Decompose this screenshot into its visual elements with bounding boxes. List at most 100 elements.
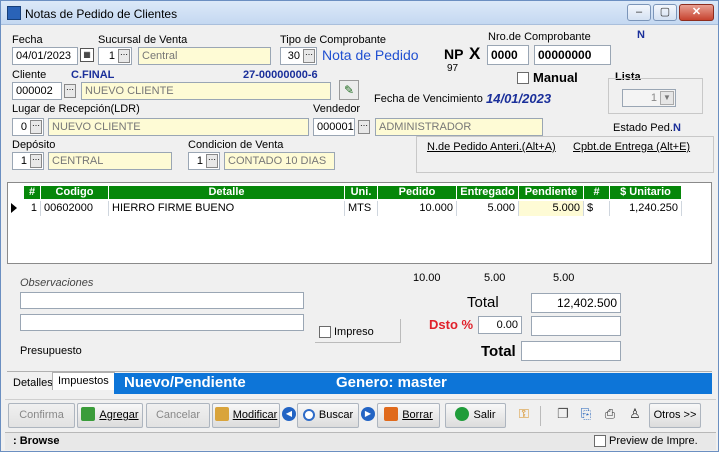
buscar-button[interactable]: Buscar	[297, 403, 359, 428]
tipo-lookup-button[interactable]: ⋯	[303, 49, 315, 63]
cell-entregado[interactable]: 5.000	[457, 201, 519, 216]
tab-impuestos[interactable]: Impuestos	[52, 372, 115, 390]
estado-label: Estado Ped.:	[613, 122, 676, 134]
paste-icon[interactable]: ⎘	[576, 406, 596, 426]
col-header-pedido[interactable]: Pedido	[378, 186, 457, 199]
total-pedido: 10.00	[413, 272, 441, 284]
exit-icon	[455, 407, 470, 421]
salir-button[interactable]: Salir	[445, 403, 506, 428]
tipo-name: Nota de Pedido	[322, 47, 419, 63]
user-icon[interactable]: ♙	[625, 406, 645, 426]
observaciones-line-2[interactable]	[20, 314, 304, 331]
calendar-icon[interactable]: ▦	[80, 48, 94, 62]
presupuesto-label: Presupuesto	[20, 345, 82, 357]
condicion-lookup-button[interactable]: ⋯	[206, 154, 218, 168]
cliente-label: Cliente	[12, 69, 47, 81]
cliente-lookup-button[interactable]: ⋯	[64, 84, 76, 98]
deposito-lookup-button[interactable]: ⋯	[30, 154, 42, 168]
minimize-button[interactable]: ‒	[627, 4, 651, 21]
corner-mark: N	[637, 29, 645, 41]
col-header-moneda[interactable]: #	[584, 186, 610, 199]
sucursal-lookup-button[interactable]: ⋯	[118, 49, 130, 63]
cpbt-entrega-link[interactable]: Cpbt.de Entrega (Alt+E)	[573, 141, 690, 153]
col-header-unitario[interactable]: $ Unitario	[610, 186, 682, 199]
cell-codigo[interactable]: 00602000	[41, 201, 109, 216]
ldr-name-field: NUEVO CLIENTE	[48, 118, 309, 136]
np-code: 97	[447, 63, 459, 74]
confirma-button[interactable]: Confirma	[8, 403, 75, 428]
cliente-cuit: 27-00000000-6	[243, 69, 318, 81]
dsto-amount	[531, 316, 621, 336]
col-header-uni[interactable]: Uni.	[345, 186, 378, 199]
ldr-lookup-button[interactable]: ⋯	[30, 120, 42, 134]
otros-button[interactable]: Otros >>	[649, 403, 701, 428]
prev-record-icon[interactable]: ◀	[282, 407, 296, 421]
row-pointer-icon	[11, 203, 17, 213]
vendedor-name-field: ADMINISTRADOR	[375, 118, 543, 136]
cell-pendiente[interactable]: 5.000	[519, 201, 584, 216]
borrar-button[interactable]: Borrar	[377, 403, 440, 428]
nro-numero-field[interactable]: 00000000	[534, 45, 611, 65]
vendedor-lookup-button[interactable]: ⋯	[358, 120, 370, 134]
preview-checkbox[interactable]	[594, 435, 606, 447]
tab-detalles[interactable]: Detalles	[8, 375, 58, 393]
genero-text: Genero: master	[336, 374, 447, 391]
total-pendiente: 5.00	[553, 272, 575, 284]
window: Notas de Pedido de Clientes ‒ ▢ ✕ N Fech…	[0, 0, 719, 452]
chevron-down-icon[interactable]: ▼	[660, 91, 674, 105]
observaciones-line-1[interactable]	[20, 292, 304, 309]
next-record-icon[interactable]: ▶	[361, 407, 375, 421]
fecha-field[interactable]: 04/01/2023	[12, 47, 78, 65]
maximize-button[interactable]: ▢	[653, 4, 677, 21]
copy-icon[interactable]: ❐	[553, 406, 573, 426]
agregar-label: Agregar	[99, 409, 139, 421]
fecha-venc-value: 14/01/2023	[486, 91, 552, 106]
print-icon[interactable]: ⎙	[600, 406, 620, 426]
cell-detalle[interactable]: HIERRO FIRME BUENO	[109, 201, 345, 216]
preview-label: Preview de Impre.	[609, 435, 698, 447]
total-entregado: 5.00	[484, 272, 506, 284]
cell-moneda[interactable]: $	[584, 201, 610, 216]
cell-pedido[interactable]: 10.000	[378, 201, 457, 216]
col-header-detalle[interactable]: Detalle	[109, 186, 345, 199]
col-header-codigo[interactable]: Codigo	[41, 186, 109, 199]
observaciones-label: Observaciones	[20, 277, 94, 289]
lock-icon[interactable]: ⚿	[514, 406, 534, 426]
agregar-button[interactable]: Agregar	[77, 403, 143, 428]
col-header-num[interactable]: #	[24, 186, 41, 199]
nro-comprobante-label: Nro.de Comprobante	[488, 31, 591, 43]
nro-punto-field[interactable]: 0000	[487, 45, 529, 65]
state-text: Nuevo/Pendiente	[124, 374, 246, 391]
toolbar-separator	[540, 406, 541, 426]
cancelar-button[interactable]: Cancelar	[146, 403, 210, 428]
buscar-label: Buscar	[318, 409, 354, 421]
pedido-anterior-link[interactable]: N.de Pedido Anteri.(Alt+A)	[427, 141, 556, 153]
dsto-field[interactable]: 0.00	[478, 316, 522, 334]
title-bar: Notas de Pedido de Clientes ‒ ▢ ✕	[1, 1, 718, 25]
sucursal-name-field: Central	[138, 47, 271, 65]
manual-checkbox[interactable]	[517, 72, 529, 84]
add-icon	[81, 407, 96, 421]
tipo-comprobante-label: Tipo de Comprobante	[280, 34, 386, 46]
impreso-group	[315, 319, 401, 343]
edit-cliente-icon[interactable]: ✎	[339, 80, 359, 100]
status-bar: : Browse Preview de Impre.	[5, 432, 716, 450]
total-label: Total	[467, 294, 499, 311]
modificar-button[interactable]: Modificar	[212, 403, 280, 428]
fecha-venc-label: Fecha de Vencimiento	[374, 93, 483, 105]
cell-uni[interactable]: MTS	[345, 201, 378, 216]
manual-label: Manual	[533, 70, 578, 85]
close-button[interactable]: ✕	[679, 4, 714, 21]
total-final-value	[521, 341, 621, 361]
cell-num[interactable]: 1	[24, 201, 41, 216]
items-grid[interactable]: # Codigo Detalle Uni. Pedido Entregado P…	[7, 182, 712, 264]
vendedor-label: Vendedor	[313, 103, 361, 115]
cliente-code-field[interactable]: 000002	[12, 82, 62, 100]
vendedor-code-field[interactable]: 000001	[313, 118, 355, 136]
edit-icon	[214, 407, 229, 421]
col-header-pendiente[interactable]: Pendiente	[519, 186, 584, 199]
col-header-entregado[interactable]: Entregado	[457, 186, 519, 199]
cell-unitario[interactable]: 1,240.250	[610, 201, 682, 216]
comprobante-letter: X	[469, 44, 481, 63]
status-banner: Nuevo/Pendiente Genero: master	[114, 373, 712, 394]
